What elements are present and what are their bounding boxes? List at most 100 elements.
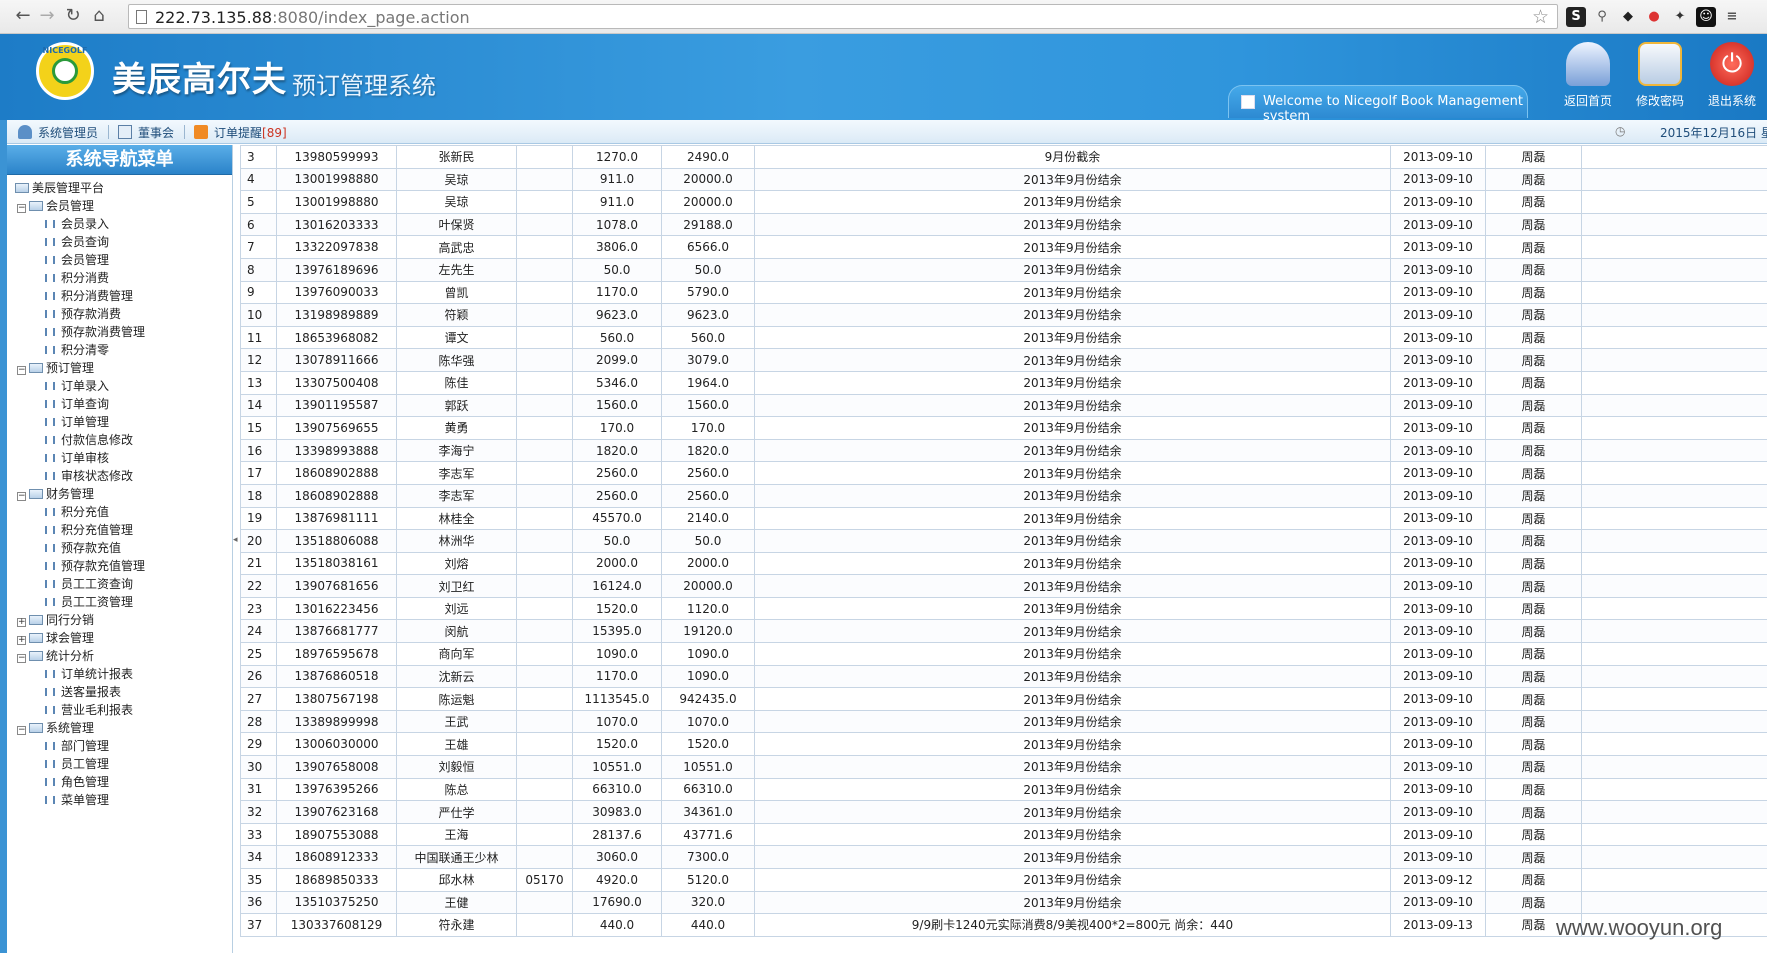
table-row[interactable]: 21 13518038161 刘熔 2000.0 2000.0 2013年9月份结余 201… [240, 551, 1767, 576]
sidebar-item[interactable]: 预存款消费管理 [7, 323, 232, 341]
sidebar-item[interactable]: 审核状态修改 [7, 467, 232, 485]
sidebar-item[interactable]: 订单管理 [7, 413, 232, 431]
sidebar-group[interactable]: + 同行分销 [7, 611, 232, 629]
sidebar-item[interactable]: 预存款充值 [7, 539, 232, 557]
table-row[interactable]: 6 13016203333 叶保贤 1078.0 29188.0 2013年9月份结余 20… [240, 212, 1767, 237]
collapse-icon[interactable]: − [17, 492, 26, 501]
table-row[interactable]: 18 18608902888 李志军 2560.0 2560.0 2013年9月份结余 20… [240, 483, 1767, 508]
address-bar[interactable]: 222.73.135.88:8080/index_page.action ☆ [128, 4, 1558, 29]
table-row[interactable]: 12 13078911666 陈华强 2099.0 3079.0 2013年9月份结余 20… [240, 348, 1767, 372]
table-row[interactable]: 10 13198989889 符颖 9623.0 9623.0 2013年9月份结余 201… [240, 303, 1767, 327]
extension-wolf-icon[interactable]: ✦ [1670, 7, 1690, 27]
sidebar-group[interactable]: − 预订管理 [7, 359, 232, 377]
menu-icon[interactable]: ≡ [1722, 7, 1742, 27]
table-row[interactable]: 26 13876860518 沈新云 1170.0 1090.0 2013年9月份结余 20… [240, 664, 1767, 689]
sidebar-item[interactable]: 积分充值 [7, 503, 232, 521]
table-row[interactable]: 27 13807567198 陈运魁 1113545.0 942435.0 2013年9月… [240, 687, 1767, 711]
table-cell: 13976189696 [276, 257, 397, 282]
sidebar-group[interactable]: − 财务管理 [7, 485, 232, 503]
table-row[interactable]: 33 18907553088 王海 28137.6 43771.6 2013年9月份结余 2… [240, 822, 1767, 847]
extension-search-icon[interactable]: ⚲ [1592, 7, 1612, 27]
table-row[interactable]: 23 13016223456 刘远 1520.0 1120.0 2013年9月份结余 201… [240, 596, 1767, 621]
order-alert-link[interactable]: 订单提醒[89] [194, 124, 287, 141]
sidebar-item[interactable]: 会员查询 [7, 233, 232, 251]
sidebar-item[interactable]: 员工工资查询 [7, 575, 232, 593]
sidebar-item[interactable]: 员工工资管理 [7, 593, 232, 611]
table-row[interactable]: 35 18689850333 邱水林 05170 4920.0 5120.0 2013年9月… [240, 868, 1767, 892]
expand-icon[interactable]: + [17, 636, 26, 645]
change-password-button[interactable]: 修改密码 [1625, 42, 1695, 112]
collapse-icon[interactable]: − [17, 204, 26, 213]
tree-root[interactable]: 美辰管理平台 [7, 179, 232, 197]
table-row[interactable]: 30 13907658008 刘毅恒 10551.0 10551.0 2013年9月份结余… [240, 755, 1767, 779]
sidebar-collapse-handle[interactable]: ◂ [233, 535, 239, 559]
sidebar-item[interactable]: 积分消费管理 [7, 287, 232, 305]
sidebar-item[interactable]: 员工管理 [7, 755, 232, 773]
table-row[interactable]: 32 13907623168 严仕学 30983.0 34361.0 2013年9月份结余… [240, 800, 1767, 824]
table-row[interactable]: 14 13901195587 郭跃 1560.0 1560.0 2013年9月份结余 201… [240, 393, 1767, 418]
table-row[interactable]: 13 13307500408 陈佳 5346.0 1964.0 2013年9月份结余 201… [240, 370, 1767, 395]
sidebar-item[interactable]: 订单审核 [7, 449, 232, 467]
sidebar-item[interactable]: 付款信息修改 [7, 431, 232, 449]
expand-icon[interactable]: + [17, 618, 26, 627]
sidebar-item[interactable]: 订单统计报表 [7, 665, 232, 683]
sidebar-item[interactable]: 订单录入 [7, 377, 232, 395]
logout-button[interactable]: ⏻ 退出系统 [1697, 42, 1767, 112]
collapse-icon[interactable]: − [17, 654, 26, 663]
table-row[interactable]: 8 13976189696 左先生 50.0 50.0 2013年9月份结余 2013-09… [240, 257, 1767, 282]
table-row[interactable]: 29 13006030000 王雄 1520.0 1520.0 2013年9月份结余 201… [240, 732, 1767, 757]
table-row[interactable]: 25 18976595678 商向军 1090.0 1090.0 2013年9月份结余 20… [240, 642, 1767, 666]
table-row[interactable]: 37 130337608129 符永建 440.0 440.0 9/9刷卡1240元实际消… [240, 913, 1767, 937]
table-row[interactable]: 31 13976395266 陈总 66310.0 66310.0 2013年9月份结余 2… [240, 777, 1767, 802]
table-cell: 闵航 [396, 619, 517, 644]
table-row[interactable]: 19 13876981111 林桂全 45570.0 2140.0 2013年9月份结余 2… [240, 506, 1767, 531]
forward-icon[interactable]: → [36, 5, 58, 27]
extension-diamond-icon[interactable]: ◆ [1618, 7, 1638, 27]
sidebar-item[interactable]: 积分清零 [7, 341, 232, 359]
sidebar-group[interactable]: − 会员管理 [7, 197, 232, 215]
sidebar-item[interactable]: 订单查询 [7, 395, 232, 413]
table-row[interactable]: 36 13510375250 王健 17690.0 320.0 2013年9月份结余 201… [240, 890, 1767, 915]
table-row[interactable]: 9 13976090033 曾凯 1170.0 5790.0 2013年9月份结余 2013… [240, 280, 1767, 305]
sidebar-item[interactable]: 部门管理 [7, 737, 232, 755]
sidebar-item[interactable]: 预存款消费 [7, 305, 232, 323]
table-row[interactable]: 17 18608902888 李志军 2560.0 2560.0 2013年9月份结余 20… [240, 461, 1767, 485]
sidebar-item[interactable]: 积分充值管理 [7, 521, 232, 539]
extension-mask-icon[interactable]: ● [1644, 7, 1664, 27]
extension-ghost-icon[interactable]: ☺ [1696, 7, 1716, 27]
table-cell: 7300.0 [661, 845, 755, 869]
table-row[interactable]: 28 13389899998 王武 1070.0 1070.0 2013年9月份结余 201… [240, 709, 1767, 734]
bookmark-star-icon[interactable]: ☆ [1532, 6, 1549, 28]
sidebar-item[interactable]: 会员管理 [7, 251, 232, 269]
reload-icon[interactable]: ↻ [62, 5, 84, 27]
sidebar-group[interactable]: + 球会管理 [7, 629, 232, 647]
table-row[interactable]: 7 13322097838 高武忠 3806.0 6566.0 2013年9月份结余 201… [240, 235, 1767, 259]
sidebar-item[interactable]: 预存款充值管理 [7, 557, 232, 575]
table-row[interactable]: 15 13907569655 黄勇 170.0 170.0 2013年9月份结余 2013-… [240, 416, 1767, 440]
table-row[interactable]: 22 13907681656 刘卫红 16124.0 20000.0 2013年9月份结余… [240, 574, 1767, 598]
table-row[interactable]: 20 13518806088 林洲华 50.0 50.0 2013年9月份结余 2013-0… [240, 529, 1767, 553]
home-button[interactable]: 返回首页 [1553, 42, 1623, 112]
table-cell: 2013年9月份结余 [754, 732, 1391, 757]
table-row[interactable]: 4 13001998880 吴琼 911.0 20000.0 2013年9月份结余 2013… [240, 167, 1767, 192]
table-row[interactable]: 11 18653968082 谭文 560.0 560.0 2013年9月份结余 2013-… [240, 325, 1767, 350]
table-row[interactable]: 16 13398993888 李海宁 1820.0 1820.0 2013年9月份结余 20… [240, 438, 1767, 463]
table-row[interactable]: 24 13876681777 闵航 15395.0 19120.0 2013年9月份结余 2… [240, 619, 1767, 644]
back-icon[interactable]: ← [12, 5, 34, 27]
extension-s-icon[interactable]: S [1566, 7, 1586, 27]
sidebar-item[interactable]: 菜单管理 [7, 791, 232, 809]
sidebar-item[interactable]: 会员录入 [7, 215, 232, 233]
sidebar-item[interactable]: 送客量报表 [7, 683, 232, 701]
collapse-icon[interactable]: − [17, 366, 26, 375]
table-cell: 13876981111 [276, 506, 397, 531]
home-browser-icon[interactable]: ⌂ [88, 5, 110, 27]
sidebar-item[interactable]: 积分消费 [7, 269, 232, 287]
table-row[interactable]: 3 13980599993 张新民 1270.0 2490.0 9月份截余 2013-09-… [240, 145, 1767, 169]
sidebar-item[interactable]: 角色管理 [7, 773, 232, 791]
sidebar-group[interactable]: − 统计分析 [7, 647, 232, 665]
sidebar-group[interactable]: − 系统管理 [7, 719, 232, 737]
table-row[interactable]: 5 13001998880 吴琼 911.0 20000.0 2013年9月份结余 2013… [240, 190, 1767, 214]
sidebar-item[interactable]: 营业毛利报表 [7, 701, 232, 719]
collapse-icon[interactable]: − [17, 726, 26, 735]
table-row[interactable]: 34 18608912333 中国联通王少林 3060.0 7300.0 2013年9月份… [240, 845, 1767, 869]
